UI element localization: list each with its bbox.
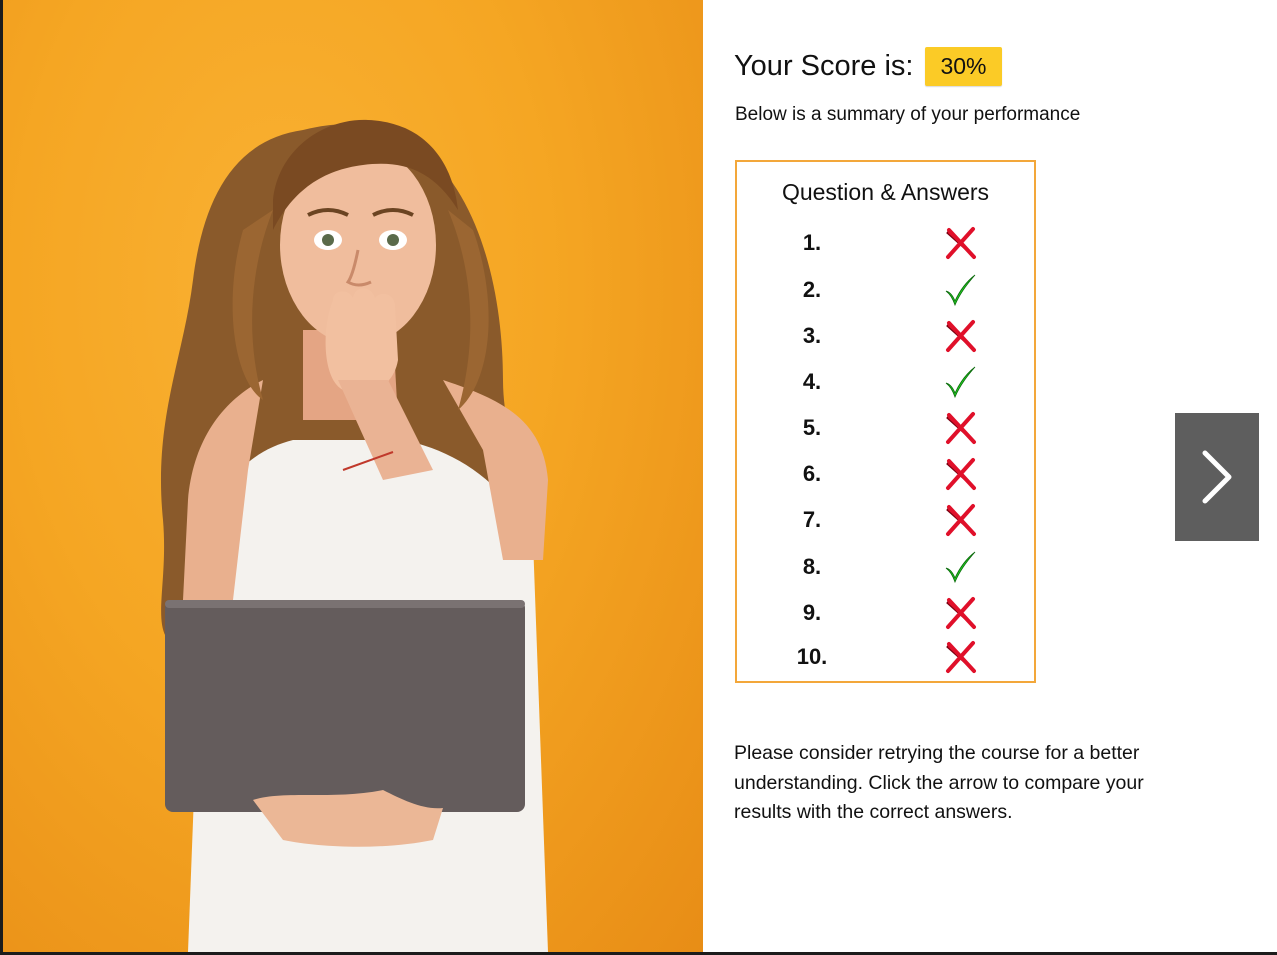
question-answers-title: Question & Answers bbox=[781, 179, 990, 205]
checkmark-icon bbox=[943, 550, 977, 584]
checkmark-icon bbox=[943, 365, 977, 399]
surprised-woman-with-laptop-image bbox=[160, 119, 548, 952]
question-number: 9. bbox=[802, 600, 822, 625]
score-badge: 30% bbox=[925, 46, 1002, 86]
question-answers-panel: Question & Answers 1. 2. 3. 4. 5. 6. 7. 8. 9. 10. bbox=[735, 160, 1036, 683]
question-number: 6. bbox=[802, 461, 822, 486]
hero-photo bbox=[3, 0, 703, 952]
question-answer-row: 6. bbox=[737, 453, 1034, 499]
question-number: 7. bbox=[802, 507, 822, 532]
checkmark-icon bbox=[943, 273, 977, 307]
question-answer-row: 3. bbox=[737, 315, 1034, 361]
question-number: 5. bbox=[802, 415, 822, 440]
question-number: 8. bbox=[802, 554, 822, 579]
cross-icon bbox=[943, 640, 977, 674]
summary-text: Below is a summary of your performance bbox=[735, 104, 1081, 125]
next-arrow-button[interactable] bbox=[1175, 413, 1259, 541]
question-number: 2. bbox=[802, 277, 822, 302]
question-answer-row: 8. bbox=[737, 546, 1034, 592]
score-label: Your Score is: bbox=[734, 49, 914, 82]
cross-icon bbox=[943, 411, 977, 445]
question-number: 4. bbox=[802, 369, 822, 394]
question-answer-row: 1. bbox=[737, 222, 1034, 268]
cross-icon bbox=[943, 503, 977, 537]
score-heading: Your Score is: 30% bbox=[734, 46, 1002, 86]
retry-message: Please consider retrying the course for … bbox=[734, 742, 1144, 823]
chevron-right-icon bbox=[1202, 450, 1232, 504]
cross-icon bbox=[943, 319, 977, 353]
cross-icon bbox=[943, 457, 977, 491]
question-answer-row: 2. bbox=[737, 269, 1034, 315]
question-number: 3. bbox=[802, 323, 822, 348]
question-answer-row: 9. bbox=[737, 592, 1034, 638]
cross-icon bbox=[943, 596, 977, 630]
question-answer-row: 4. bbox=[737, 361, 1034, 407]
cross-icon bbox=[943, 226, 977, 260]
question-answer-row: 10. bbox=[737, 636, 1034, 682]
question-number: 1. bbox=[802, 230, 822, 255]
question-number: 10. bbox=[796, 644, 828, 669]
question-answer-row: 5. bbox=[737, 407, 1034, 453]
question-answer-row: 7. bbox=[737, 499, 1034, 545]
